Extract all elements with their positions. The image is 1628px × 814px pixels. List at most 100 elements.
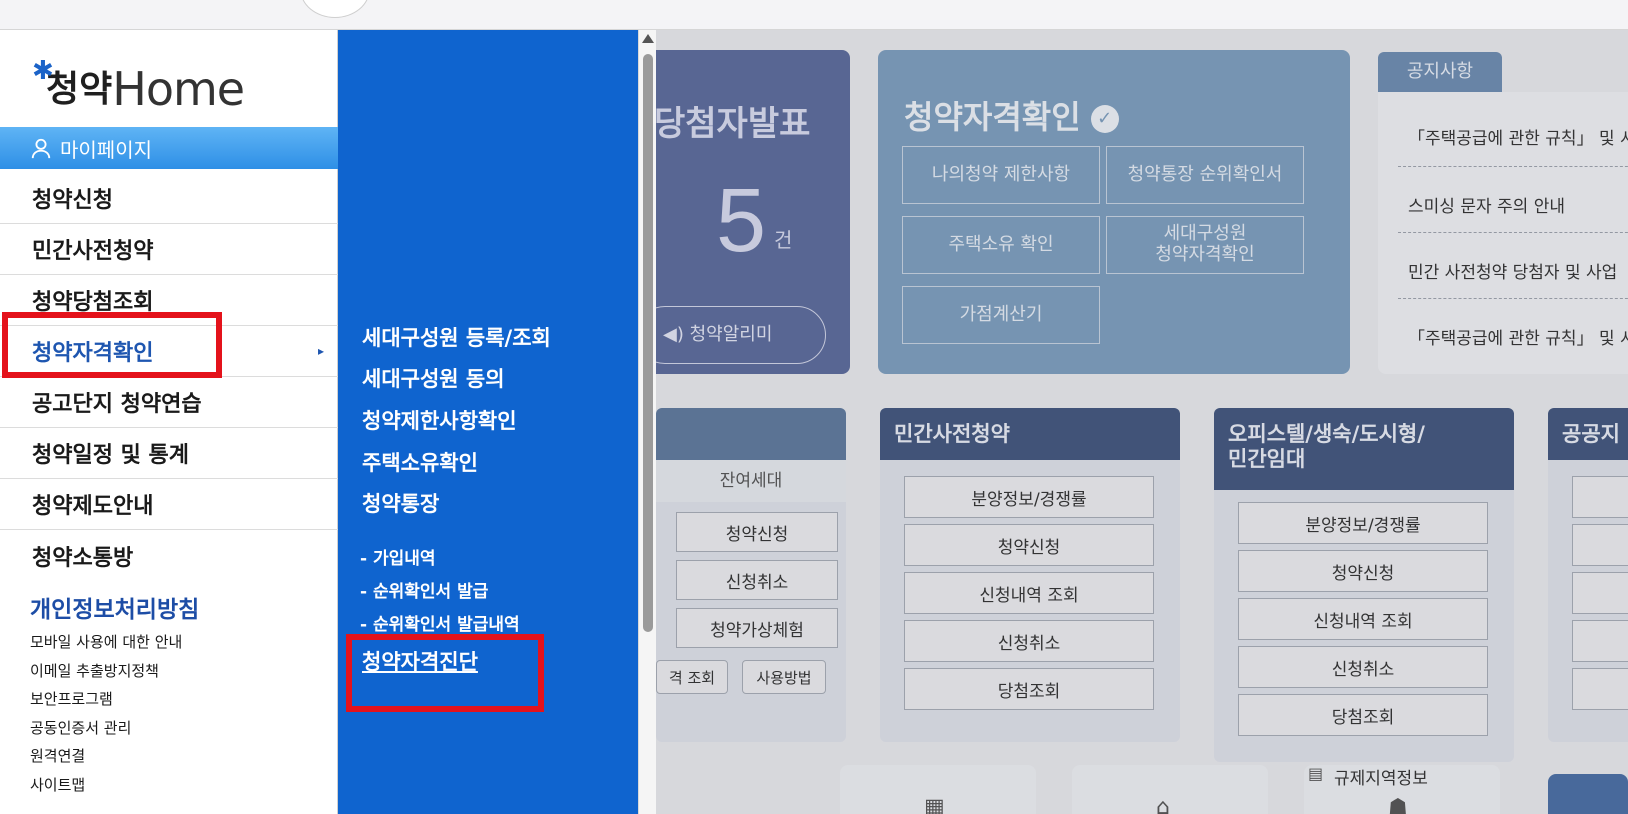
cancel-button[interactable]: 신청취소 [904, 620, 1154, 662]
section-header: 공공지 [1548, 408, 1628, 460]
apply-button[interactable]: 청약신청 [1238, 550, 1488, 592]
mypage-button[interactable]: 마이페이지 [0, 127, 338, 169]
rank-certificate-button[interactable]: 청약통장 순위확인서 [1106, 146, 1304, 204]
section-header [656, 408, 846, 460]
private-presale-section: 민간사전청약 분양정보/경쟁률 청약신청 신청내역 조회 신청취소 당첨조회 [880, 408, 1180, 742]
alarm-label: 청약알리미 [689, 324, 773, 345]
security-program-link[interactable]: 보안프로그램 [30, 685, 182, 714]
house-ownership-button[interactable]: 주택소유 확인 [902, 216, 1100, 274]
submenu-restriction-check[interactable]: 청약제한사항확인 [362, 405, 517, 435]
logo-text: Home [112, 62, 245, 116]
menu-item-schedule[interactable]: 청약일정 및 통계 [0, 428, 338, 479]
presale-info-button[interactable]: 분양정보/경쟁률 [1238, 502, 1488, 544]
menu-item-private-presale[interactable]: 민간사전청약 [0, 224, 338, 275]
chevron-right-icon: ▸ [317, 344, 324, 358]
lookup-button[interactable]: 격 조회 [656, 660, 728, 694]
section-header: 민간사전청약 [880, 408, 1180, 460]
house-icon: ⌂ [1156, 795, 1170, 814]
public-section: 공공지 [1548, 408, 1628, 742]
howto-button[interactable]: 사용방법 [742, 660, 826, 694]
menu-item-win-lookup[interactable]: 청약당첨조회 [0, 275, 338, 326]
winner-card[interactable]: 당첨자발표 5 건 ◀) 청약알리미 [656, 50, 850, 374]
menu-item-label: 청약자격확인 [32, 341, 154, 366]
building-icon: ▦ [924, 795, 945, 814]
remain-label[interactable]: 잔여세대 [656, 460, 846, 502]
apply-button[interactable]: 청약신청 [904, 524, 1154, 566]
speaker-icon: ◀) [663, 324, 684, 345]
simulation-button[interactable]: 청약가상체험 [676, 608, 838, 648]
star-icon: ✱ [32, 56, 54, 86]
logo-mark: 청약 [46, 69, 113, 110]
submenu-subscription-history[interactable]: - 가입내역 [360, 544, 436, 569]
officetel-section: 오피스텔/생숙/도시형/ 민간임대 분양정보/경쟁률 청약신청 신청내역 조회 … [1214, 408, 1514, 762]
submenu-eligibility-diagnosis[interactable]: 청약자격진단 [362, 646, 478, 676]
main-menu: 청약신청 민간사전청약 청약당첨조회 청약자격확인 ▸ 공고단지 청약연습 청약… [0, 173, 338, 581]
restriction-button[interactable]: 나의청약 제한사항 [902, 146, 1100, 204]
browser-top-bar [0, 0, 1628, 30]
divider [1398, 232, 1628, 233]
notice-item[interactable]: 민간 사전청약 당첨자 및 사업 [1408, 258, 1617, 283]
submenu-household-consent[interactable]: 세대구성원 동의 [362, 363, 505, 393]
privacy-policy-link[interactable]: 개인정보처리방침 [30, 590, 199, 624]
background-page: 당첨자발표 5 건 ◀) 청약알리미 청약자격확인 ✓ 나의청약 제한사항 청약통… [656, 30, 1628, 814]
section-button[interactable] [1572, 668, 1628, 710]
score-calculator-button[interactable]: 가점계산기 [902, 286, 1100, 344]
presale-info-button[interactable]: 분양정보/경쟁률 [904, 476, 1154, 518]
section-button[interactable] [1572, 524, 1628, 566]
win-lookup-button[interactable]: 당첨조회 [904, 668, 1154, 710]
mobile-guide-link[interactable]: 모바일 사용에 대한 안내 [30, 628, 182, 657]
cancel-button[interactable]: 신청취소 [676, 560, 838, 600]
winner-unit: 건 [774, 228, 793, 252]
sitemap-link[interactable]: 사이트맵 [30, 771, 182, 800]
section-button[interactable] [1572, 572, 1628, 614]
user-shield-icon: ☗ [1388, 795, 1408, 814]
win-lookup-button[interactable]: 당첨조회 [1238, 694, 1488, 736]
apply-button[interactable]: 청약신청 [676, 512, 838, 552]
cancel-button[interactable]: 신청취소 [1238, 646, 1488, 688]
submenu-account[interactable]: 청약통장 [362, 488, 439, 518]
section-header: 오피스텔/생숙/도시형/ 민간임대 [1214, 408, 1514, 490]
notice-item[interactable]: 스미싱 문자 주의 안내 [1408, 192, 1565, 217]
history-button[interactable]: 신청내역 조회 [1238, 598, 1488, 640]
section-button[interactable] [1572, 620, 1628, 662]
submenu-ownership-check[interactable]: 주택소유확인 [362, 447, 478, 477]
winner-title: 당첨자발표 [656, 104, 811, 144]
scrollbar-thumb[interactable] [643, 54, 653, 632]
menu-item-guide[interactable]: 청약제도안내 [0, 479, 338, 530]
alarm-button[interactable]: ◀) 청약알리미 [656, 306, 826, 364]
submenu-rank-certificate[interactable]: - 순위확인서 발급 [360, 577, 488, 602]
notice-tab[interactable]: 공지사항 [1378, 52, 1502, 92]
notice-list: 「주택공급에 관한 규칙」 및 시 스미싱 문자 주의 안내 민간 사전청약 당… [1378, 92, 1628, 374]
eligibility-card: 청약자격확인 ✓ 나의청약 제한사항 청약통장 순위확인서 주택소유 확인 세대구… [878, 50, 1350, 374]
history-button[interactable]: 신청내역 조회 [904, 572, 1154, 614]
scroll-up-arrow-icon[interactable] [642, 34, 654, 43]
person-icon [31, 138, 51, 159]
submenu-rank-certificate-history[interactable]: - 순위확인서 발급내역 [360, 610, 520, 635]
section-button[interactable] [1572, 476, 1628, 518]
notice-item[interactable]: 「주택공급에 관한 규칙」 및 시 [1408, 324, 1628, 349]
menu-item-eligibility[interactable]: 청약자격확인 ▸ [0, 326, 338, 377]
divider [1398, 166, 1628, 167]
menu-item-community[interactable]: 청약소통방 [0, 530, 338, 581]
regulation-link[interactable]: ▤ 규제지역정보 [1308, 756, 1502, 796]
quick-link-card[interactable] [1548, 774, 1628, 814]
notice-item[interactable]: 「주택공급에 관한 규칙」 및 시 [1408, 124, 1628, 149]
eligibility-submenu: 세대구성원 등록/조회 세대구성원 동의 청약제한사항확인 주택소유확인 청약통… [338, 30, 638, 814]
submenu-household-register[interactable]: 세대구성원 등록/조회 [362, 322, 551, 352]
quick-link-card[interactable]: ⌂ [1072, 765, 1268, 814]
check-icon: ✓ [1090, 105, 1119, 133]
menu-item-apply[interactable]: 청약신청 [0, 173, 338, 224]
mypage-label: 마이페이지 [60, 137, 152, 162]
site-logo[interactable]: ✱ 청약 Home [30, 56, 245, 116]
quick-link-card[interactable]: ▦ [840, 765, 1036, 814]
top-circle-button[interactable] [300, 0, 370, 18]
certificate-link[interactable]: 공동인증서 관리 [30, 714, 182, 743]
footer-links: 모바일 사용에 대한 안내 이메일 추출방지정책 보안프로그램 공동인증서 관리… [30, 628, 182, 799]
scrollbar[interactable] [638, 30, 656, 814]
remote-link[interactable]: 원격연결 [30, 742, 182, 771]
household-eligibility-button[interactable]: 세대구성원 청약자격확인 [1106, 216, 1304, 274]
menu-item-practice[interactable]: 공고단지 청약연습 [0, 377, 338, 428]
divider [1398, 298, 1628, 299]
winner-count: 5 [716, 171, 767, 271]
email-policy-link[interactable]: 이메일 추출방지정책 [30, 657, 182, 686]
